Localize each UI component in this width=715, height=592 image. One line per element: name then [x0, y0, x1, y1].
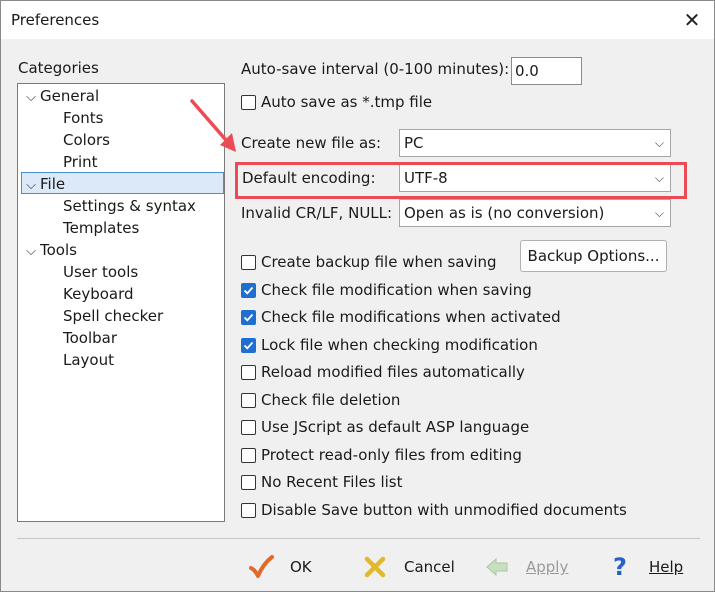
categories-tree[interactable]: ⌵ General Fonts Colors Print ⌵ File Settin…: [17, 83, 225, 522]
preferences-dialog: Preferences ✕ Categories ⌵ General Fonts …: [0, 0, 715, 592]
checkmark-icon: [248, 554, 274, 580]
tree-item-spell-checker[interactable]: Spell checker: [63, 305, 163, 327]
create-new-file-select[interactable]: PC ⌵: [399, 129, 671, 157]
create-backup-checkbox[interactable]: Create backup file when saving: [241, 251, 497, 273]
close-icon[interactable]: ✕: [681, 9, 703, 31]
check-deletion-checkbox[interactable]: Check file deletion: [241, 389, 400, 411]
default-encoding-label: Default encoding:: [242, 169, 376, 187]
ok-button[interactable]: OK: [248, 551, 312, 583]
tree-item-file[interactable]: ⌵ File: [21, 172, 224, 194]
chevron-down-icon: ⌵: [26, 178, 36, 193]
tree-item-print[interactable]: Print: [63, 151, 98, 173]
invalid-crlf-label: Invalid CR/LF, NULL:: [241, 204, 393, 222]
checkbox-unchecked-icon: [241, 364, 256, 380]
checkbox-checked-icon: [241, 309, 256, 325]
checkbox-unchecked-icon: [241, 502, 256, 518]
apply-button[interactable]: Apply: [484, 551, 568, 583]
checkbox-checked-icon: [241, 282, 256, 298]
tree-item-user-tools[interactable]: User tools: [63, 261, 138, 283]
footer-divider: [17, 538, 700, 539]
chevron-down-icon: ⌵: [654, 206, 664, 220]
lock-file-checkbox[interactable]: Lock file when checking modification: [241, 334, 538, 356]
question-icon: ?: [613, 553, 627, 581]
checkbox-checked-icon: [241, 337, 256, 353]
tree-item-layout[interactable]: Layout: [63, 349, 114, 371]
tree-item-tools[interactable]: ⌵ Tools: [22, 239, 77, 261]
use-jscript-checkbox[interactable]: Use JScript as default ASP language: [241, 416, 529, 438]
tree-item-templates[interactable]: Templates: [63, 217, 139, 239]
back-arrow-icon: [484, 554, 510, 580]
categories-label: Categories: [18, 59, 99, 77]
reload-modified-checkbox[interactable]: Reload modified files automatically: [241, 361, 525, 383]
title-bar: Preferences ✕: [1, 1, 714, 39]
autosave-tmp-checkbox[interactable]: Auto save as *.tmp file: [241, 91, 432, 113]
checkbox-unchecked-icon: [241, 419, 256, 435]
disable-save-checkbox[interactable]: Disable Save button with unmodified docu…: [241, 499, 627, 521]
checkbox-unchecked-icon: [241, 447, 256, 463]
tree-item-general[interactable]: ⌵ General: [22, 85, 99, 107]
window-title: Preferences: [11, 11, 100, 29]
checkbox-unchecked-icon: [241, 392, 256, 408]
help-button[interactable]: ? Help: [607, 551, 683, 583]
protect-readonly-checkbox[interactable]: Protect read-only files from editing: [241, 444, 522, 466]
autosave-interval-input[interactable]: 0.0: [511, 57, 582, 85]
tree-item-colors[interactable]: Colors: [63, 129, 110, 151]
check-mod-saving-checkbox[interactable]: Check file modification when saving: [241, 279, 532, 301]
cross-icon: [362, 554, 388, 580]
chevron-down-icon: ⌵: [654, 136, 664, 150]
chevron-down-icon: ⌵: [654, 171, 664, 185]
chevron-down-icon: ⌵: [26, 90, 36, 105]
tree-item-fonts[interactable]: Fonts: [63, 107, 103, 129]
cancel-button[interactable]: Cancel: [362, 551, 455, 583]
tree-item-settings-syntax[interactable]: Settings & syntax: [63, 195, 196, 217]
tree-item-toolbar[interactable]: Toolbar: [63, 327, 117, 349]
invalid-crlf-select[interactable]: Open as is (no conversion) ⌵: [399, 199, 671, 227]
checkbox-unchecked-icon: [241, 94, 256, 110]
checkbox-unchecked-icon: [241, 254, 256, 270]
backup-options-button[interactable]: Backup Options...: [520, 240, 667, 272]
chevron-down-icon: ⌵: [26, 244, 36, 259]
no-recent-files-checkbox[interactable]: No Recent Files list: [241, 471, 403, 493]
check-mod-activated-checkbox[interactable]: Check file modifications when activated: [241, 306, 561, 328]
default-encoding-select[interactable]: UTF-8 ⌵: [399, 164, 671, 192]
create-new-file-label: Create new file as:: [241, 134, 382, 152]
tree-item-keyboard[interactable]: Keyboard: [63, 283, 134, 305]
checkbox-unchecked-icon: [241, 474, 256, 490]
autosave-interval-label: Auto-save interval (0-100 minutes):: [241, 60, 510, 78]
